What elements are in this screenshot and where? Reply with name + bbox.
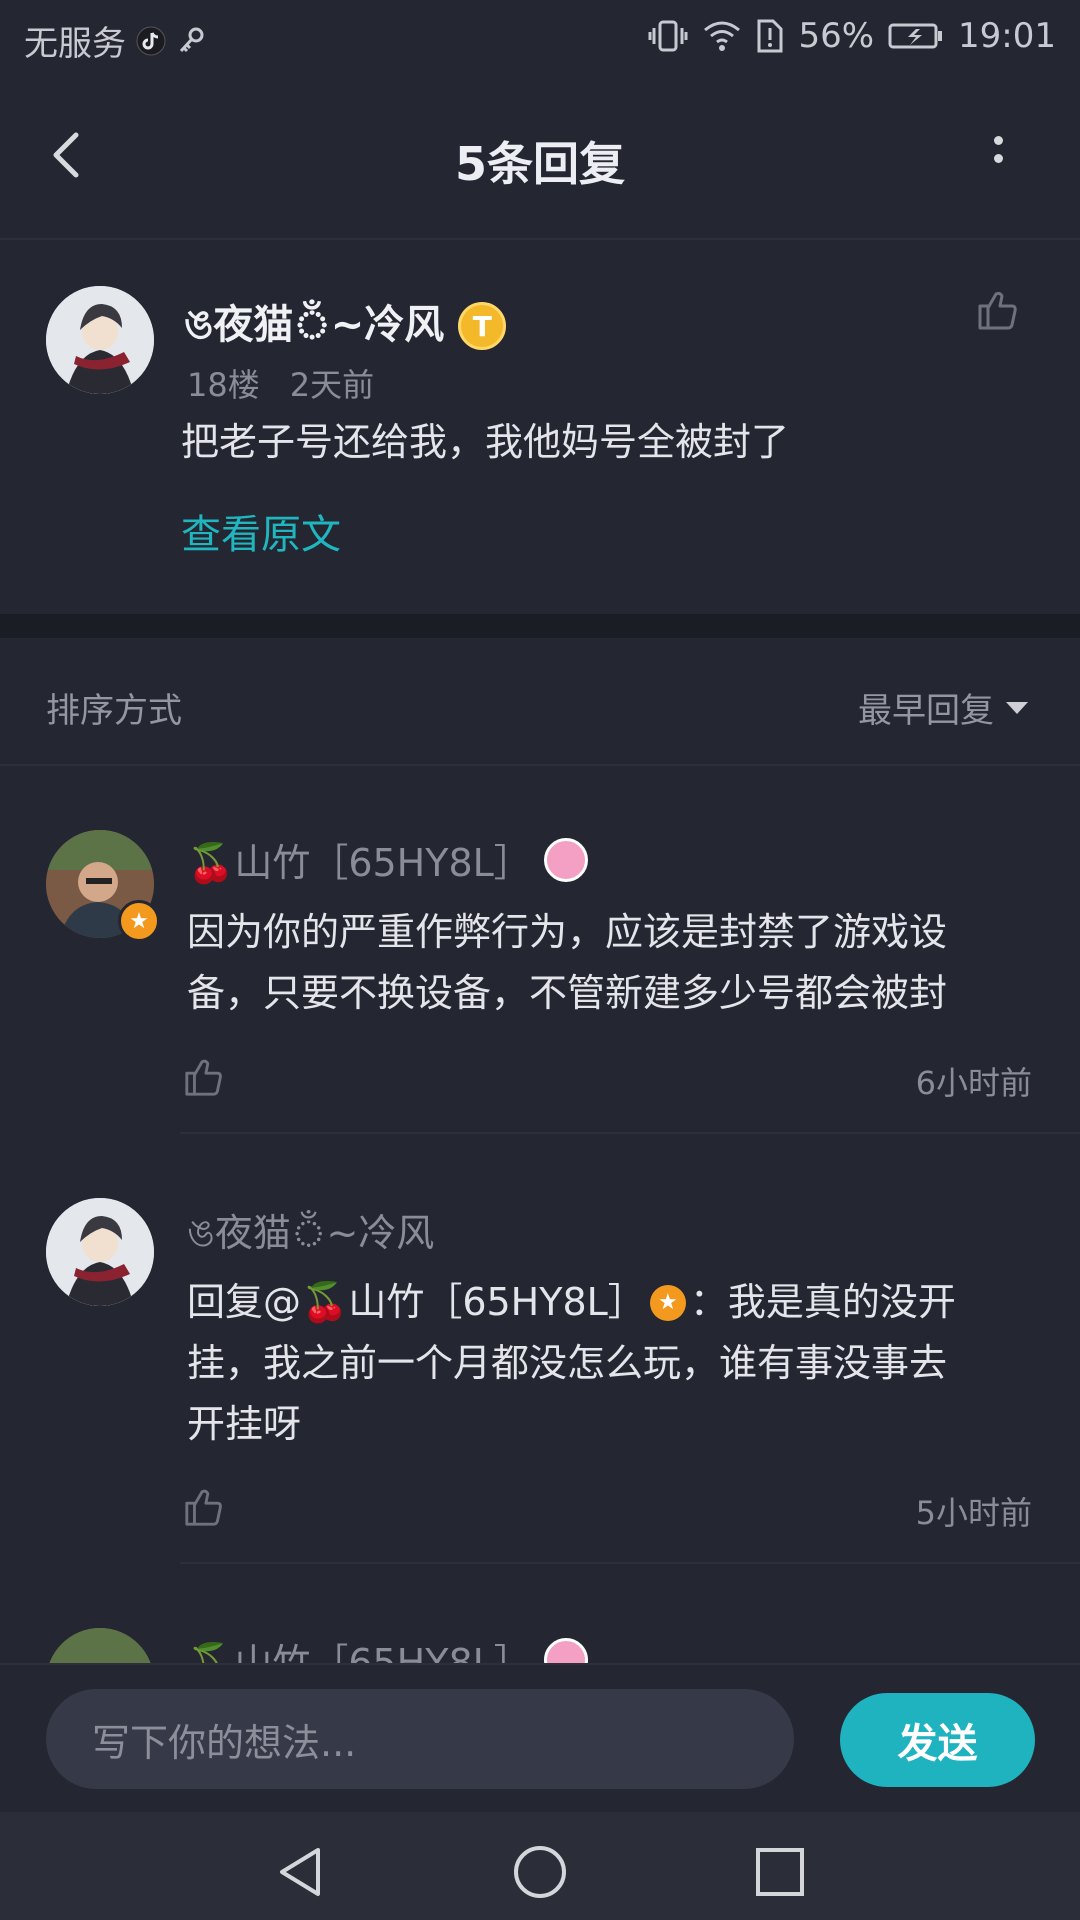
- photo-avatar-image: [46, 1628, 154, 1663]
- comment-text: 把老子号还给我，我他妈号全被封了: [181, 420, 790, 464]
- circle-home-icon: [514, 1846, 566, 1898]
- avatar[interactable]: [46, 1198, 154, 1306]
- header: 5条回复: [0, 75, 1080, 240]
- reply-item: ★ 🍒山竹［65HY8L］ 因为你的严重作弊行为，应该是封禁了游戏设 备，只要不…: [0, 766, 1080, 1136]
- reply-item: 🍒山竹［65HY8L］: [0, 1566, 1080, 1663]
- post-time: 2天前: [289, 366, 375, 404]
- like-button[interactable]: [183, 1486, 225, 1532]
- caret-down-icon: [1006, 701, 1028, 714]
- reply-line: ：我是真的没开: [689, 1280, 956, 1324]
- reply-author-row: ঙ夜猫ঁ~冷风: [187, 1202, 434, 1268]
- reply-author[interactable]: ঙ夜猫ঁ~冷风: [187, 1202, 434, 1268]
- comment-input[interactable]: 写下你的想法...: [46, 1689, 794, 1789]
- nav-home-button[interactable]: [510, 1842, 570, 1902]
- reply-text: 回复@🍒山竹［65HY8L］ ★ ：我是真的没开 挂，我之前一个月都没怎么玩，谁…: [187, 1272, 1057, 1455]
- sort-row: 排序方式 最早回复: [0, 638, 1080, 766]
- reply-divider: [180, 1562, 1080, 1564]
- reply-author[interactable]: 🍒山竹［65HY8L］: [187, 832, 532, 887]
- square-recents-icon: [756, 1848, 804, 1896]
- vip-badge-icon: ★: [118, 900, 160, 942]
- sim-alert-icon: [757, 19, 783, 53]
- reply-line: 开挂呀: [187, 1402, 302, 1446]
- page-title: 5条回复: [454, 137, 625, 191]
- nav-back-button[interactable]: [272, 1842, 332, 1902]
- reply-time: 5小时前: [915, 1494, 1032, 1532]
- avatar[interactable]: [46, 1628, 154, 1663]
- system-nav-bar: [0, 1812, 1080, 1920]
- reply-author-row: 🍒山竹［65HY8L］: [187, 1632, 588, 1663]
- reply-author-row: 🍒山竹［65HY8L］: [187, 832, 588, 887]
- more-dot-icon: [993, 154, 1003, 163]
- reply-first-line: 回复@🍒山竹［65HY8L］ ★ ：我是真的没开: [187, 1272, 1057, 1333]
- input-placeholder: 写下你的想法...: [92, 1720, 357, 1765]
- section-separator: [0, 614, 1080, 638]
- author-row: ঙ夜猫ঁ~冷风 T: [184, 292, 507, 360]
- status-bar: 无服务 56% 19:01: [0, 0, 1080, 75]
- status-right: 56% 19:01: [648, 16, 1056, 56]
- reply-item: ঙ夜猫ঁ~冷风 回复@🍒山竹［65HY8L］ ★ ：我是真的没开 挂，我之前一个…: [0, 1136, 1080, 1566]
- reply-line: 备，只要不换设备，不管新建多少号都会被封: [187, 971, 948, 1015]
- comment-meta: 18楼 2天前: [187, 360, 374, 406]
- compose-bar: 写下你的想法... 发送: [0, 1663, 1080, 1813]
- level-badge-icon: [543, 837, 588, 882]
- send-button[interactable]: 发送: [840, 1693, 1035, 1787]
- carrier-text: 无服务: [24, 24, 126, 64]
- wifi-icon: [704, 21, 741, 51]
- thumbs-up-icon: [185, 1059, 222, 1096]
- like-button[interactable]: [183, 1056, 225, 1102]
- like-button[interactable]: [976, 288, 1020, 336]
- battery-icon: [888, 23, 943, 49]
- reply-mention[interactable]: 回复@🍒山竹［65HY8L］: [187, 1272, 646, 1333]
- reply-text: 因为你的严重作弊行为，应该是封禁了游戏设 备，只要不换设备，不管新建多少号都会被…: [187, 902, 1057, 1024]
- sort-value: 最早回复: [858, 691, 994, 731]
- view-original-link[interactable]: 查看原文: [181, 502, 341, 560]
- thumbs-up-icon: [185, 1489, 222, 1526]
- reply-time: 6小时前: [915, 1064, 1032, 1102]
- status-left: 无服务: [24, 16, 206, 65]
- reply-author[interactable]: 🍒山竹［65HY8L］: [187, 1632, 532, 1663]
- sort-dropdown[interactable]: 最早回复: [858, 683, 1030, 732]
- triangle-back-icon: [280, 1848, 320, 1896]
- reply-divider: [180, 1132, 1080, 1134]
- more-dot-icon: [993, 136, 1003, 145]
- main-comment: ঙ夜猫ঁ~冷风 T 18楼 2天前 把老子号还给我，我他妈号全被封了 查看原文: [0, 240, 1080, 612]
- floor-number: 18楼: [187, 366, 260, 404]
- vip-badge-icon: ★: [649, 1284, 686, 1321]
- reply-line: 挂，我之前一个月都没怎么玩，谁有事没事去: [187, 1341, 948, 1385]
- reply-line: 因为你的严重作弊行为，应该是封禁了游戏设: [187, 910, 948, 954]
- level-badge-icon: [543, 1637, 588, 1663]
- thumbs-up-icon: [978, 291, 1017, 330]
- more-button[interactable]: [978, 127, 1018, 187]
- avatar[interactable]: [46, 286, 154, 394]
- key-icon: [179, 27, 204, 52]
- anime-avatar-image: [46, 286, 154, 394]
- tiktok-icon: [136, 26, 166, 55]
- anime-avatar-image: [46, 1198, 154, 1306]
- badge-letter: T: [472, 309, 492, 343]
- clock-text: 19:01: [958, 16, 1056, 56]
- sort-label: 排序方式: [46, 691, 182, 731]
- author-name[interactable]: ঙ夜猫ঁ~冷风: [184, 292, 444, 360]
- coin-badge-icon: T: [458, 302, 507, 350]
- nav-recents-button[interactable]: [750, 1842, 810, 1902]
- vibrate-icon: [648, 20, 688, 52]
- battery-percent: 56%: [798, 16, 875, 56]
